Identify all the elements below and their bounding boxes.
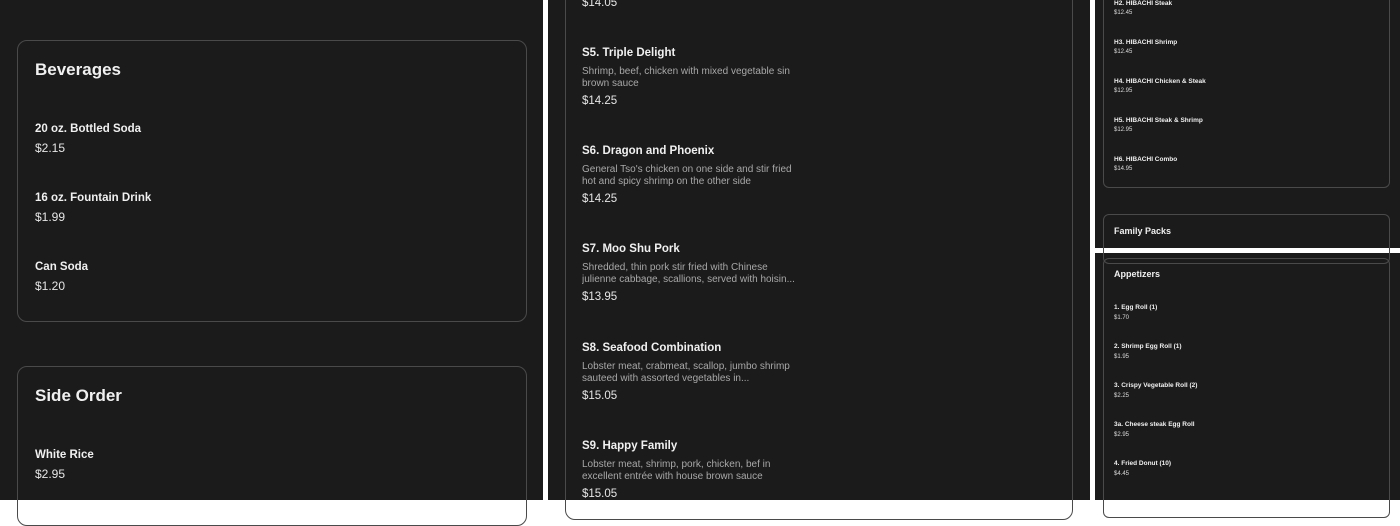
side-order-title: Side Order [35,386,122,405]
item-price: $12.95 [1114,127,1133,133]
item-price: $15.05 [582,488,618,500]
item-name: H2. HIBACHI Steak [1114,0,1173,7]
family-packs-title[interactable]: Family Packs [1114,226,1171,236]
item-name: White Rice [35,449,94,461]
item-description: General Tso's chicken on one side and st… [582,164,792,187]
item-name: S6. Dragon and Phoenix [582,145,715,157]
item-price: $13.95 [582,291,618,303]
item-price: $15.05 [582,390,618,402]
item-name: 1. Egg Roll (1) [1114,304,1158,311]
item-name: S9. Happy Family [582,440,678,452]
item-name: 2. Shrimp Egg Roll (1) [1114,343,1182,350]
item-description: Shrimp, beef, chicken with mixed vegetab… [582,66,790,89]
item-price: $1.20 [35,279,66,293]
item-price: $14.05 [582,0,618,9]
item-price: $1.70 [1114,315,1130,321]
item-name: S5. Triple Delight [582,47,676,59]
item-price: $12.45 [1114,10,1133,16]
item-price: $2.95 [35,467,66,481]
item-price: $2.95 [1114,432,1130,438]
item-name: H6. HIBACHI Combo [1114,156,1178,163]
item-name: H3. HIBACHI Shrimp [1114,39,1178,46]
item-name: 3a. Cheese steak Egg Roll [1114,421,1195,428]
item-name: Can Soda [35,261,89,273]
item-price: $12.45 [1114,49,1133,55]
item-name: S8. Seafood Combination [582,342,722,354]
item-price: $2.15 [35,141,66,155]
item-name: H4. HIBACHI Chicken & Steak [1114,78,1206,85]
item-description: Lobster meat, crabmeat, scallop, jumbo s… [582,361,790,384]
item-name: 3. Crispy Vegetable Roll (2) [1114,382,1198,389]
item-price: $4.45 [1114,471,1130,477]
beverages-card [17,40,527,322]
item-price: $1.99 [35,210,66,224]
item-name: 16 oz. Fountain Drink [35,192,152,204]
item-price: $12.95 [1114,88,1133,94]
appetizers-title: Appetizers [1114,269,1161,279]
item-description: Shredded, thin pork stir fried with Chin… [582,262,795,285]
item-name: 4. Fried Donut (10) [1114,460,1172,467]
item-price: $1.95 [1114,354,1130,360]
item-price: $2.25 [1114,393,1130,399]
item-description: Lobster meat, shrimp, pork, chicken, bef… [582,459,771,482]
item-price: $14.95 [1114,166,1133,172]
item-name: S7. Moo Shu Pork [582,243,680,255]
item-price: $14.25 [582,95,618,107]
family-packs-card [1103,214,1390,264]
item-price: $14.25 [582,193,618,205]
item-name: 20 oz. Bottled Soda [35,123,142,135]
item-name: H5. HIBACHI Steak & Shrimp [1114,117,1203,124]
beverages-title: Beverages [35,60,122,79]
